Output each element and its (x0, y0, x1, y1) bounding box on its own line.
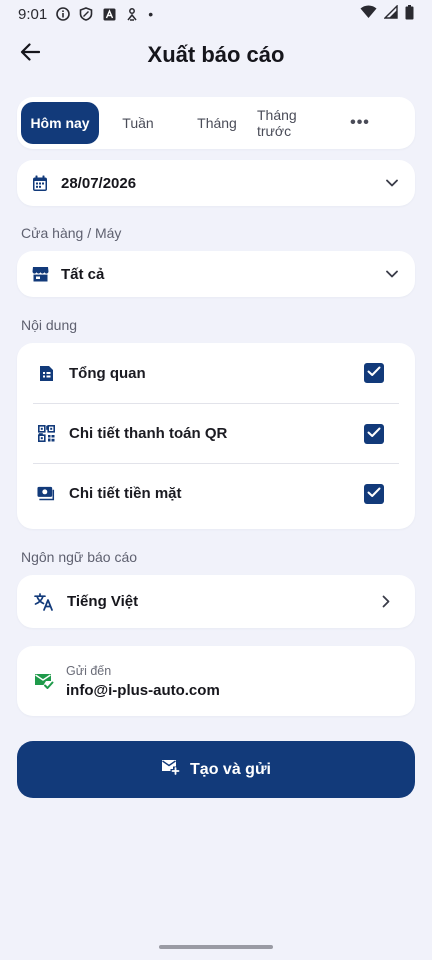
qr-code-icon (37, 425, 55, 443)
status-dot: • (148, 6, 154, 22)
language-select-field[interactable]: Tiếng Việt (17, 575, 415, 628)
cash-checkbox[interactable] (364, 483, 384, 504)
a-letter-icon (102, 7, 116, 21)
chevron-right-icon (379, 595, 393, 609)
create-and-send-button[interactable]: Tạo và gửi (17, 741, 415, 798)
date-picker-field[interactable]: 28/07/2026 (17, 160, 415, 206)
chevron-down-icon (385, 267, 399, 281)
wifi-icon (360, 5, 377, 23)
status-left: 9:01 • (18, 6, 153, 23)
send-to-card: Gửi đến info@i-plus-auto.com (17, 646, 415, 716)
overview-checkbox[interactable] (364, 363, 384, 383)
content-option-label: Chi tiết tiền mặt (69, 485, 182, 502)
app-bar: Xuất báo cáo (0, 34, 432, 76)
store-value: Tất cả (61, 265, 105, 283)
content-option-label: Chi tiết thanh toán QR (69, 425, 228, 442)
send-to-text: Gửi đến info@i-plus-auto.com (66, 664, 220, 699)
battery-icon (405, 4, 414, 24)
document-icon (37, 364, 55, 382)
language-section-label: Ngôn ngữ báo cáo (21, 549, 138, 565)
content-option-cash[interactable]: Chi tiết tiền mặt (33, 463, 399, 523)
language-value: Tiếng Việt (67, 593, 139, 610)
content-section-label: Nội dung (21, 317, 78, 333)
tab-month[interactable]: Tháng (177, 102, 257, 144)
send-to-caption: Gửi đến (66, 663, 112, 678)
page-title: Xuất báo cáo (147, 42, 285, 67)
period-tabs: Hôm nay Tuần Tháng Tháng trước ••• (17, 97, 415, 149)
check-icon (367, 485, 381, 503)
translate-icon (34, 592, 54, 612)
status-right (360, 4, 414, 24)
mail-add-icon (161, 759, 180, 780)
content-options-card: Tổng quan Chi tiết thanh toán QR Chi tiế… (17, 343, 415, 529)
shield-icon (79, 7, 93, 21)
create-and-send-label: Tạo và gửi (190, 760, 271, 778)
content-option-qr-payment[interactable]: Chi tiết thanh toán QR (33, 403, 399, 463)
signal-icon (383, 4, 398, 23)
content-option-overview[interactable]: Tổng quan (33, 343, 399, 403)
home-indicator[interactable] (159, 945, 273, 949)
info-icon (56, 7, 71, 21)
qr-payment-checkbox[interactable] (364, 423, 384, 444)
store-select-field[interactable]: Tất cả (17, 251, 415, 297)
date-value: 28/07/2026 (61, 174, 137, 192)
tab-today[interactable]: Hôm nay (21, 102, 99, 144)
cash-icon (37, 485, 55, 503)
status-bar: 9:01 • (0, 0, 432, 28)
check-icon (367, 364, 381, 382)
tab-last-month[interactable]: Tháng trước (257, 102, 333, 144)
content-option-label: Tổng quan (69, 364, 146, 382)
check-icon (367, 425, 381, 443)
calendar-icon (31, 174, 49, 192)
chevron-down-icon (385, 176, 399, 190)
more-tabs-button[interactable]: ••• (333, 102, 387, 144)
download-person-icon (125, 7, 139, 21)
store-icon (31, 265, 49, 283)
send-to-email: info@i-plus-auto.com (66, 681, 220, 699)
status-time: 9:01 (18, 5, 48, 23)
mail-check-icon (34, 671, 54, 691)
store-section-label: Cửa hàng / Máy (21, 225, 122, 241)
tab-week[interactable]: Tuần (99, 102, 177, 144)
